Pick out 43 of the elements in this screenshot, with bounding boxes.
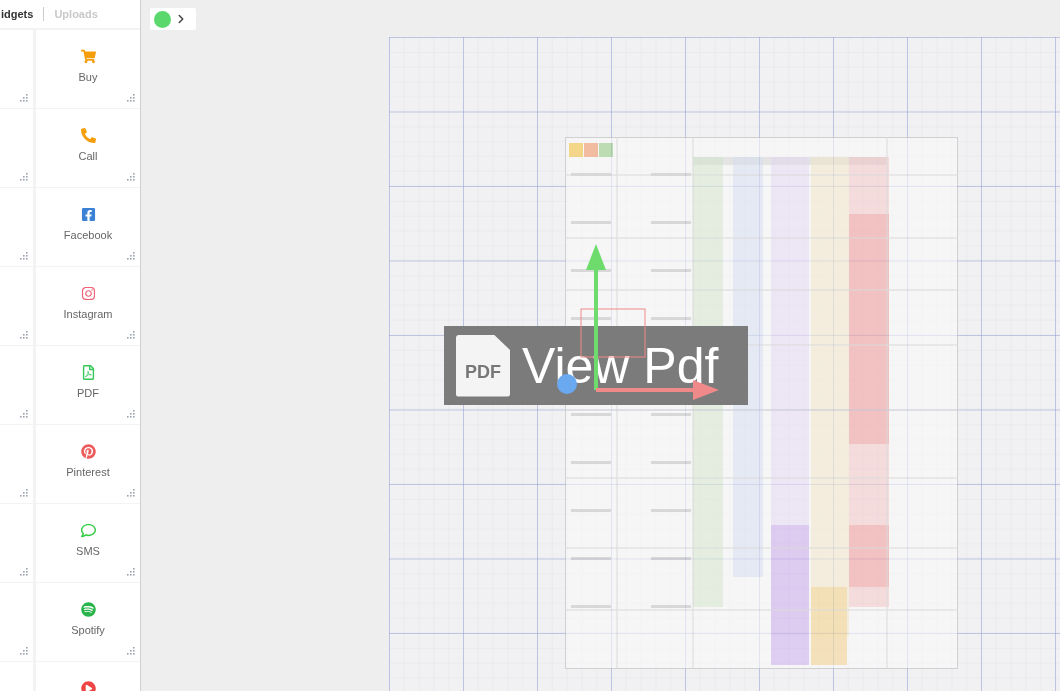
resize-handle-icon[interactable] [20, 568, 28, 576]
widget-tile[interactable]: PDF [36, 346, 140, 424]
widget-tile[interactable] [0, 109, 33, 187]
widget-label: PDF [77, 386, 99, 401]
widget-label: Instagram [63, 307, 113, 322]
resize-handle-icon[interactable] [20, 410, 28, 418]
widget-tile[interactable]: Buy [36, 30, 140, 108]
resize-handle-icon[interactable] [20, 252, 28, 260]
resize-handle-icon[interactable] [127, 647, 135, 655]
widget-tile[interactable]: Pinterest [36, 425, 140, 503]
resize-handle-icon[interactable] [127, 173, 135, 181]
widget-tile[interactable]: Instagram [36, 267, 140, 345]
widget-tile[interactable] [0, 583, 33, 661]
resize-handle-icon[interactable] [127, 489, 135, 497]
widget-tile[interactable] [0, 188, 33, 266]
resize-handle-icon[interactable] [127, 94, 135, 102]
resize-handle-icon[interactable] [20, 489, 28, 497]
resize-handle-icon[interactable] [127, 568, 135, 576]
pdf-badge-text: PDF [465, 361, 501, 384]
resize-handle-icon[interactable] [127, 410, 135, 418]
widget-tile[interactable] [0, 267, 33, 345]
resize-handle-icon[interactable] [20, 331, 28, 339]
resize-handle-icon[interactable] [20, 94, 28, 102]
widget-tile[interactable] [0, 30, 33, 108]
widget-label: Call [78, 149, 98, 164]
widget-label: Facebook [63, 228, 113, 243]
widget-tile[interactable] [0, 425, 33, 503]
resize-handle-icon[interactable] [127, 331, 135, 339]
sidebar-tab[interactable]: idgets [1, 5, 34, 23]
widget-label: Spotify [71, 623, 105, 638]
resize-handle-icon[interactable] [20, 647, 28, 655]
widget-label: Pinterest [66, 465, 110, 480]
widget-label: SMS [76, 544, 100, 559]
widget-tile[interactable]: Facebook [36, 188, 140, 266]
widget-tile[interactable] [0, 504, 33, 582]
widget-tile[interactable]: SMS [36, 504, 140, 582]
widget-label: Buy [78, 70, 98, 85]
status-dot-icon [154, 10, 171, 28]
resize-handle-icon[interactable] [127, 252, 135, 260]
widget-tile[interactable]: Call [36, 109, 140, 187]
widget-tile[interactable]: Spotify [36, 583, 140, 661]
resize-handle-icon[interactable] [20, 173, 28, 181]
widget-tile[interactable] [0, 346, 33, 424]
